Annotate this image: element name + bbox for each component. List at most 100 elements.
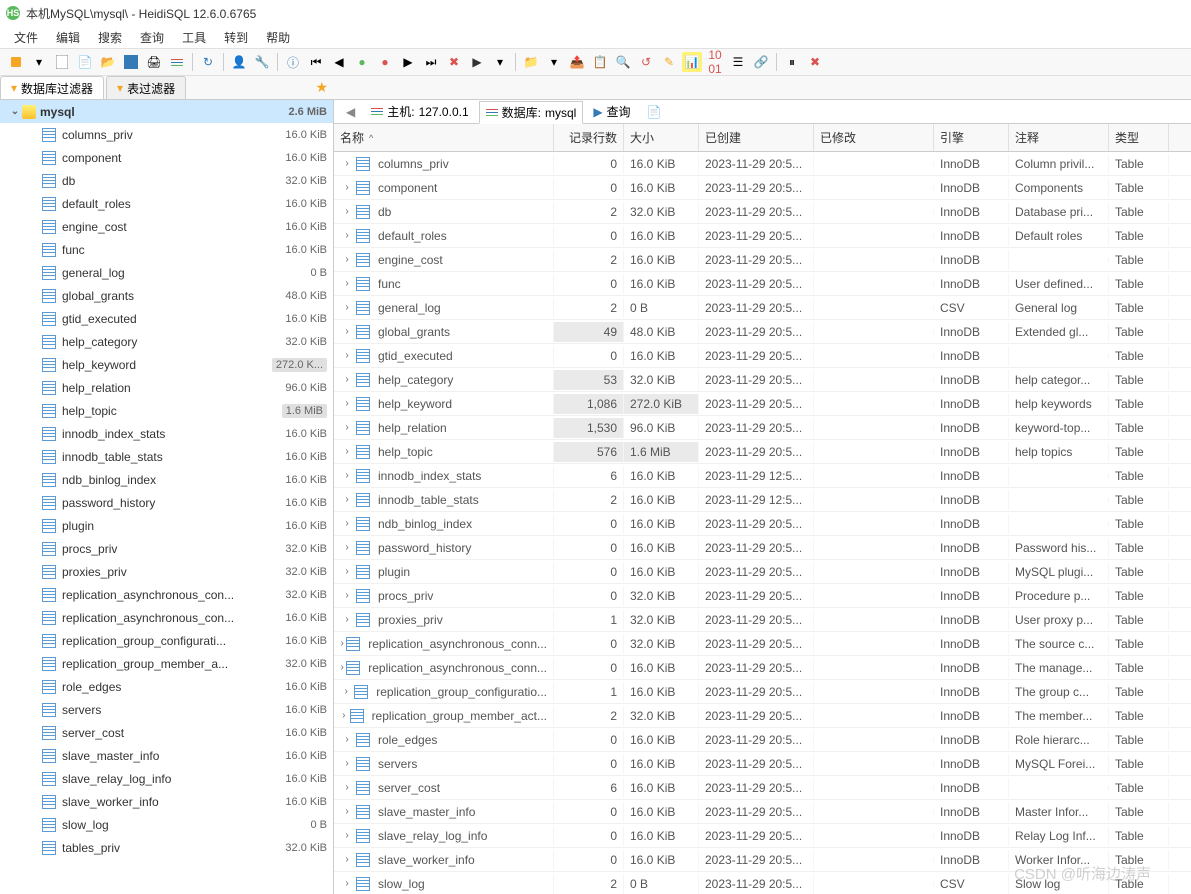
folder2-icon[interactable]: 📁: [521, 52, 541, 72]
wrap-icon[interactable]: ☰: [728, 52, 748, 72]
col-modified[interactable]: 已修改: [814, 124, 934, 151]
table-row[interactable]: ›slave_relay_log_info 0 16.0 KiB 2023-11…: [334, 824, 1191, 848]
tree-table-row[interactable]: global_grants 48.0 KiB: [0, 284, 333, 307]
stop-icon[interactable]: ⏸: [782, 52, 802, 72]
table-row[interactable]: ›proxies_priv 1 32.0 KiB 2023-11-29 20:5…: [334, 608, 1191, 632]
table-row[interactable]: ›help_relation 1,530 96.0 KiB 2023-11-29…: [334, 416, 1191, 440]
caret-right-icon[interactable]: ›: [340, 566, 354, 577]
menu-item[interactable]: 编辑: [48, 27, 88, 48]
tree-table-row[interactable]: servers 16.0 KiB: [0, 698, 333, 721]
table-row[interactable]: ›slave_worker_info 0 16.0 KiB 2023-11-29…: [334, 848, 1191, 872]
col-name[interactable]: 名称^: [334, 124, 554, 151]
table-row[interactable]: ›plugin 0 16.0 KiB 2023-11-29 20:5... In…: [334, 560, 1191, 584]
tab-database[interactable]: 数据库: mysql: [479, 101, 584, 124]
new-tab-icon[interactable]: 📄: [641, 105, 668, 119]
chevron-down-icon[interactable]: ▾: [544, 52, 564, 72]
table-row[interactable]: ›engine_cost 2 16.0 KiB 2023-11-29 20:5.…: [334, 248, 1191, 272]
tree-table-row[interactable]: plugin 16.0 KiB: [0, 514, 333, 537]
tab-host[interactable]: 主机: 127.0.0.1: [365, 101, 474, 122]
tree-table-row[interactable]: replication_asynchronous_con... 32.0 KiB: [0, 583, 333, 606]
caret-right-icon[interactable]: ›: [340, 614, 354, 625]
tree-table-row[interactable]: general_log 0 B: [0, 261, 333, 284]
tree-table-row[interactable]: slave_master_info 16.0 KiB: [0, 744, 333, 767]
doc-icon[interactable]: [52, 52, 72, 72]
tree-table-row[interactable]: slave_relay_log_info 16.0 KiB: [0, 767, 333, 790]
table-row[interactable]: ›replication_asynchronous_conn... 0 32.0…: [334, 632, 1191, 656]
table-row[interactable]: ›general_log 2 0 B 2023-11-29 20:5... CS…: [334, 296, 1191, 320]
table-row[interactable]: ›replication_group_member_act... 2 32.0 …: [334, 704, 1191, 728]
tree-database-row[interactable]: ⌄ mysql 2.6 MiB: [0, 100, 333, 123]
tree-table-row[interactable]: help_keyword 272.0 K...: [0, 353, 333, 376]
tree-table-row[interactable]: replication_asynchronous_con... 16.0 KiB: [0, 606, 333, 629]
tree-table-row[interactable]: replication_group_member_a... 32.0 KiB: [0, 652, 333, 675]
caret-right-icon[interactable]: ›: [340, 326, 354, 337]
prev-icon[interactable]: ◀: [329, 52, 349, 72]
caret-right-icon[interactable]: ›: [340, 638, 344, 649]
tools-icon[interactable]: 🔧: [252, 52, 272, 72]
table-row[interactable]: ›replication_group_configuratio... 1 16.…: [334, 680, 1191, 704]
tree-table-row[interactable]: ndb_binlog_index 16.0 KiB: [0, 468, 333, 491]
tree-table-row[interactable]: replication_group_configurati... 16.0 Ki…: [0, 629, 333, 652]
caret-right-icon[interactable]: ›: [340, 782, 354, 793]
connect-icon[interactable]: [6, 52, 26, 72]
menu-item[interactable]: 帮助: [258, 27, 298, 48]
col-rows[interactable]: 记录行数: [554, 124, 624, 151]
caret-right-icon[interactable]: ›: [340, 470, 354, 481]
tree-table-row[interactable]: innodb_index_stats 16.0 KiB: [0, 422, 333, 445]
table-row[interactable]: ›role_edges 0 16.0 KiB 2023-11-29 20:5..…: [334, 728, 1191, 752]
tab-query[interactable]: ▶ 查询: [587, 101, 636, 122]
caret-right-icon[interactable]: ›: [340, 254, 354, 265]
table-grid[interactable]: 名称^ 记录行数 大小 已创建 已修改 引擎 注释 类型 ›columns_pr…: [334, 124, 1191, 894]
tree-table-row[interactable]: role_edges 16.0 KiB: [0, 675, 333, 698]
save-icon[interactable]: [121, 52, 141, 72]
table-row[interactable]: ›component 0 16.0 KiB 2023-11-29 20:5...…: [334, 176, 1191, 200]
caret-right-icon[interactable]: ›: [340, 590, 354, 601]
table-row[interactable]: ›gtid_executed 0 16.0 KiB 2023-11-29 20:…: [334, 344, 1191, 368]
table-row[interactable]: ›help_category 53 32.0 KiB 2023-11-29 20…: [334, 368, 1191, 392]
tree-table-row[interactable]: help_category 32.0 KiB: [0, 330, 333, 353]
tree-table-row[interactable]: slave_worker_info 16.0 KiB: [0, 790, 333, 813]
table-row[interactable]: ›servers 0 16.0 KiB 2023-11-29 20:5... I…: [334, 752, 1191, 776]
caret-right-icon[interactable]: ›: [340, 230, 354, 241]
caret-right-icon[interactable]: ›: [340, 494, 354, 505]
link-icon[interactable]: 🔗: [751, 52, 771, 72]
table-row[interactable]: ›db 2 32.0 KiB 2023-11-29 20:5... InnoDB…: [334, 200, 1191, 224]
caret-right-icon[interactable]: ›: [340, 350, 354, 361]
caret-right-icon[interactable]: ›: [340, 302, 354, 313]
calendar-icon[interactable]: 📋: [590, 52, 610, 72]
table-row[interactable]: ›help_keyword 1,086 272.0 KiB 2023-11-29…: [334, 392, 1191, 416]
tree-table-row[interactable]: func 16.0 KiB: [0, 238, 333, 261]
caret-right-icon[interactable]: ›: [340, 374, 354, 385]
highlight-icon[interactable]: ✎: [659, 52, 679, 72]
caret-right-icon[interactable]: ›: [340, 662, 344, 673]
tab-db-filter[interactable]: ▾ 数据库过滤器: [0, 76, 104, 99]
table-row[interactable]: ›innodb_index_stats 6 16.0 KiB 2023-11-2…: [334, 464, 1191, 488]
tree-table-row[interactable]: innodb_table_stats 16.0 KiB: [0, 445, 333, 468]
print-icon[interactable]: 🖨: [144, 52, 164, 72]
info-icon[interactable]: ⓘ: [283, 52, 303, 72]
col-engine[interactable]: 引擎: [934, 124, 1009, 151]
table-row[interactable]: ›slave_master_info 0 16.0 KiB 2023-11-29…: [334, 800, 1191, 824]
user-icon[interactable]: 👤: [229, 52, 249, 72]
caret-right-icon[interactable]: ›: [340, 542, 354, 553]
tree-table-row[interactable]: proxies_priv 32.0 KiB: [0, 560, 333, 583]
col-size[interactable]: 大小: [624, 124, 699, 151]
menu-item[interactable]: 文件: [6, 27, 46, 48]
caret-right-icon[interactable]: ›: [340, 806, 354, 817]
caret-right-icon[interactable]: ›: [340, 854, 354, 865]
binary-icon[interactable]: 1001: [705, 52, 725, 72]
new-tab-icon[interactable]: 📄: [75, 52, 95, 72]
table-row[interactable]: ›columns_priv 0 16.0 KiB 2023-11-29 20:5…: [334, 152, 1191, 176]
caret-right-icon[interactable]: ›: [340, 710, 348, 721]
tab-table-filter[interactable]: ▾ 表过滤器: [106, 76, 186, 99]
caret-right-icon[interactable]: ›: [340, 446, 354, 457]
chevron-down-icon[interactable]: ▾: [490, 52, 510, 72]
object-tree[interactable]: ⌄ mysql 2.6 MiB columns_priv 16.0 KiB co…: [0, 100, 334, 894]
chevron-down-icon[interactable]: ▾: [29, 52, 49, 72]
menu-item[interactable]: 搜索: [90, 27, 130, 48]
tree-table-row[interactable]: tables_priv 32.0 KiB: [0, 836, 333, 859]
next-icon[interactable]: ▶: [398, 52, 418, 72]
table-row[interactable]: ›ndb_binlog_index 0 16.0 KiB 2023-11-29 …: [334, 512, 1191, 536]
caret-right-icon[interactable]: ›: [340, 278, 354, 289]
caret-right-icon[interactable]: ›: [340, 830, 354, 841]
